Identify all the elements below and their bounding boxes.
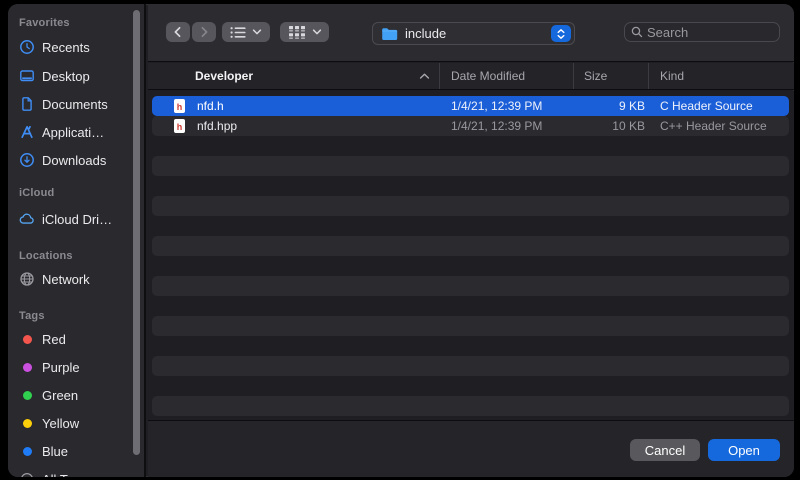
- file-date-modified: 1/4/21, 12:39 PM: [440, 96, 574, 116]
- file-row-nfd-hpp[interactable]: h nfd.hpp 1/4/21, 12:39 PM 10 KB C++ Hea…: [152, 116, 789, 136]
- table-header: Developer Date Modified Size Kind: [148, 63, 794, 90]
- sidebar-item-all-tags[interactable]: All Tags: [8, 467, 144, 477]
- sidebar-item-network[interactable]: Network: [8, 267, 144, 291]
- open-file-dialog: Favorites Recents Desktop Documents Appl…: [8, 4, 794, 477]
- file-list: h nfd.h 1/4/21, 12:39 PM 9 KB C Header S…: [148, 91, 794, 420]
- sidebar-item-label: Red: [42, 332, 66, 347]
- folder-popup-button[interactable]: include: [372, 22, 575, 45]
- open-button[interactable]: Open: [708, 439, 780, 461]
- file-kind: C Header Source: [649, 96, 789, 116]
- search-field[interactable]: [624, 22, 780, 42]
- desktop-icon: [19, 68, 35, 84]
- sidebar-item-tag-blue[interactable]: Blue: [8, 439, 144, 463]
- tag-red-icon: [19, 331, 35, 347]
- file-kind: C++ Header Source: [649, 116, 789, 136]
- sidebar-item-label: Blue: [42, 444, 68, 459]
- sidebar-scrollbar[interactable]: [133, 10, 140, 455]
- document-icon: [19, 96, 35, 112]
- list-view-button[interactable]: [222, 22, 270, 42]
- folder-icon: [381, 27, 398, 41]
- cancel-button[interactable]: Cancel: [630, 439, 700, 461]
- empty-row-stripe: [152, 276, 789, 296]
- tag-yellow-icon: [19, 415, 35, 431]
- sidebar-item-downloads[interactable]: Downloads: [8, 148, 144, 172]
- folder-popup-value: include: [405, 26, 446, 41]
- file-size: 9 KB: [574, 96, 649, 116]
- sidebar-item-applications[interactable]: Applicati…: [8, 120, 144, 144]
- sidebar: Favorites Recents Desktop Documents Appl…: [8, 4, 146, 477]
- list-view-icon: [230, 26, 246, 39]
- clock-icon: [19, 39, 35, 55]
- sidebar-section-locations: Locations: [19, 250, 73, 263]
- sidebar-item-tag-green[interactable]: Green: [8, 383, 144, 407]
- download-icon: [19, 152, 35, 168]
- tag-green-icon: [19, 387, 35, 403]
- empty-row-stripe: [152, 156, 789, 176]
- sidebar-item-tag-red[interactable]: Red: [8, 327, 144, 351]
- search-icon: [631, 26, 643, 38]
- icon-view-button[interactable]: [280, 22, 329, 42]
- dialog-content: include Developer Date Modified Size Kin…: [148, 4, 794, 477]
- sidebar-item-label: Applicati…: [42, 125, 104, 140]
- sidebar-item-tag-purple[interactable]: Purple: [8, 355, 144, 379]
- search-input[interactable]: [647, 25, 757, 40]
- column-header-size[interactable]: Size: [574, 63, 649, 89]
- dialog-footer: Cancel Open: [148, 420, 794, 477]
- forward-button[interactable]: [192, 22, 216, 42]
- sidebar-item-label: Recents: [42, 40, 90, 55]
- empty-row-stripe: [152, 196, 789, 216]
- sidebar-item-label: Documents: [42, 97, 108, 112]
- chevron-down-icon: [312, 27, 322, 37]
- chevron-left-icon: [172, 26, 184, 38]
- file-row-nfd-h[interactable]: h nfd.h 1/4/21, 12:39 PM 9 KB C Header S…: [152, 96, 789, 116]
- chevron-right-icon: [198, 26, 210, 38]
- sidebar-item-recents[interactable]: Recents: [8, 35, 144, 59]
- sidebar-item-label: Purple: [42, 360, 80, 375]
- popup-stepper[interactable]: [551, 25, 571, 42]
- globe-icon: [19, 271, 35, 287]
- sidebar-item-label: Yellow: [42, 416, 79, 431]
- column-header-date-modified[interactable]: Date Modified: [440, 63, 574, 89]
- file-date-modified: 1/4/21, 12:39 PM: [440, 116, 574, 136]
- tag-blue-icon: [19, 443, 35, 459]
- sidebar-item-label: All Tags: [42, 472, 87, 478]
- sidebar-item-label: iCloud Dri…: [42, 212, 112, 227]
- header-file-icon: h: [174, 99, 185, 113]
- sidebar-item-icloud-drive[interactable]: iCloud Dri…: [8, 207, 144, 231]
- up-down-chevrons-icon: [556, 28, 566, 40]
- sidebar-item-label: Network: [42, 272, 90, 287]
- empty-row-stripe: [152, 356, 789, 376]
- file-size: 10 KB: [574, 116, 649, 136]
- sidebar-item-tag-yellow[interactable]: Yellow: [8, 411, 144, 435]
- sidebar-section-tags: Tags: [19, 310, 45, 323]
- file-name: nfd.hpp: [197, 119, 237, 133]
- sidebar-item-label: Desktop: [42, 69, 90, 84]
- sidebar-item-documents[interactable]: Documents: [8, 92, 144, 116]
- sidebar-item-desktop[interactable]: Desktop: [8, 64, 144, 88]
- toolbar: include: [148, 4, 794, 62]
- tag-purple-icon: [19, 359, 35, 375]
- icon-view-icon: [288, 25, 306, 39]
- cloud-icon: [19, 211, 35, 227]
- all-tags-icon: [19, 471, 35, 477]
- sidebar-section-favorites: Favorites: [19, 17, 70, 30]
- file-name: nfd.h: [197, 99, 224, 113]
- sort-ascending-icon: [419, 72, 430, 80]
- chevron-down-icon: [252, 27, 262, 37]
- sidebar-section-icloud: iCloud: [19, 187, 54, 200]
- back-button[interactable]: [166, 22, 190, 42]
- header-file-icon: h: [174, 119, 185, 133]
- column-header-kind[interactable]: Kind: [649, 63, 794, 89]
- sidebar-item-label: Downloads: [42, 153, 106, 168]
- empty-row-stripe: [152, 236, 789, 256]
- column-header-developer[interactable]: Developer: [148, 63, 440, 89]
- empty-row-stripe: [152, 396, 789, 416]
- sidebar-item-label: Green: [42, 388, 78, 403]
- appstore-icon: [19, 124, 35, 140]
- empty-row-stripe: [152, 316, 789, 336]
